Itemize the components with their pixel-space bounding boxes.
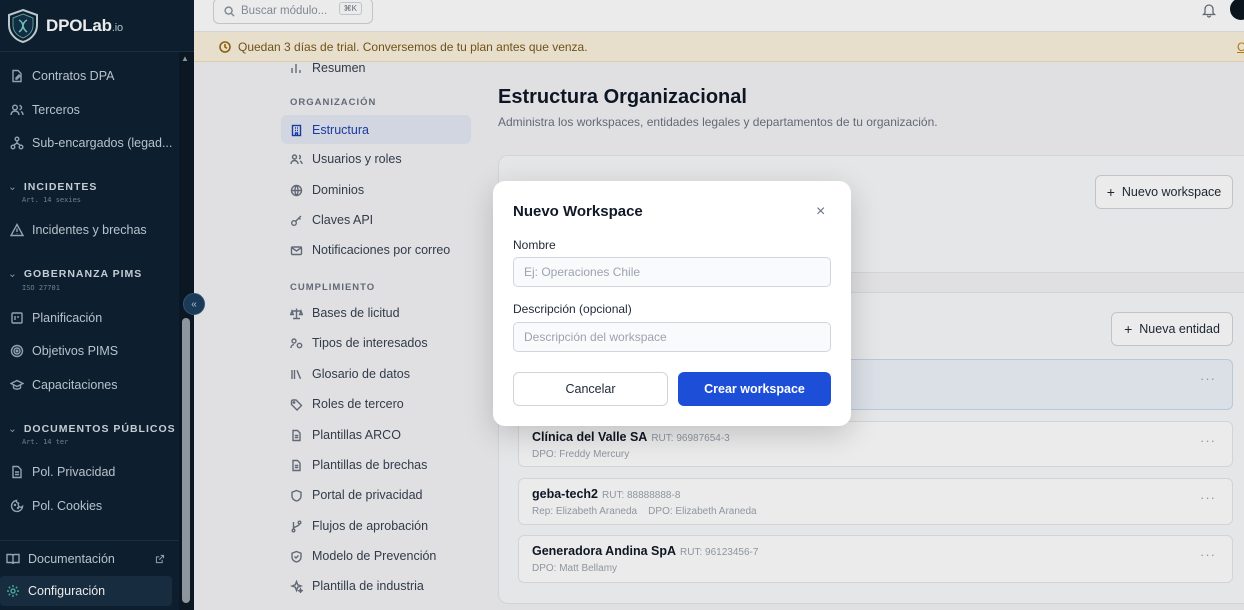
description-field-label: Descripción (opcional) <box>513 302 632 316</box>
modal-title: Nuevo Workspace <box>513 203 643 220</box>
cancel-button[interactable]: Cancelar <box>513 372 668 406</box>
description-input[interactable] <box>513 322 831 352</box>
create-workspace-button[interactable]: Crear workspace <box>678 372 831 406</box>
name-input[interactable] <box>513 257 831 287</box>
chevrons-left-icon: « <box>191 298 197 310</box>
name-field-label: Nombre <box>513 238 556 252</box>
close-icon[interactable]: × <box>816 203 825 221</box>
new-workspace-modal: Nuevo Workspace × Nombre Descripción (op… <box>493 181 851 426</box>
collapse-sidebar-button[interactable]: « <box>183 293 205 315</box>
